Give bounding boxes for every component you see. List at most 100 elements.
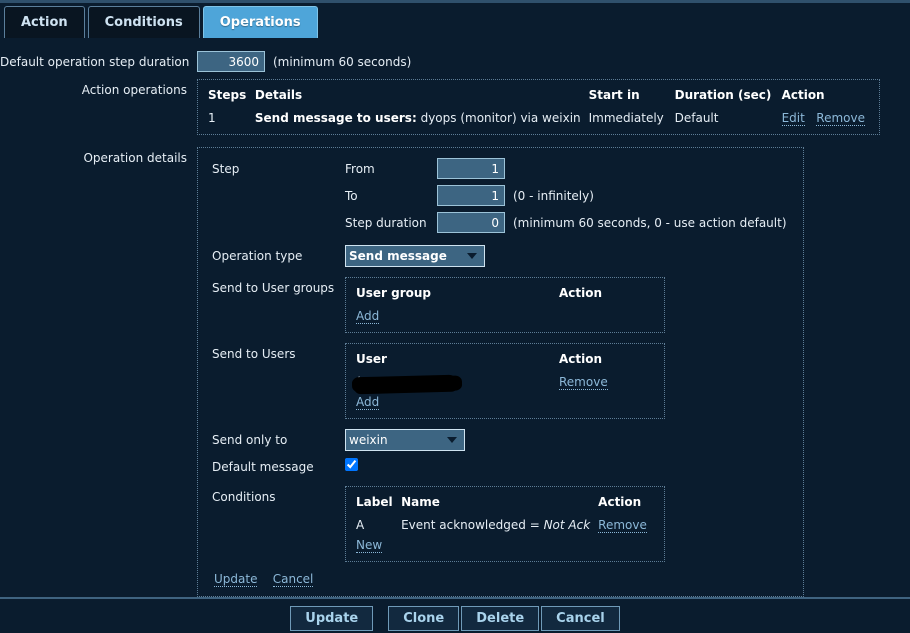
operation-type-select[interactable]: Send message	[345, 245, 485, 267]
label-conditions: Conditions	[212, 490, 276, 504]
label-send-to-user-groups: Send to User groups	[212, 281, 335, 295]
col-user-group: User group	[356, 286, 432, 300]
footer-buttons: Update Clone Delete Cancel	[0, 606, 910, 631]
cell-details: Send message to users: dyops (monitor) v…	[253, 108, 587, 128]
tab-conditions[interactable]: Conditions	[87, 6, 200, 38]
cell-start-in: Immediately	[588, 111, 664, 125]
label-step-duration: Step duration	[345, 215, 427, 230]
step-to-row: To (0 - infinitely)	[345, 185, 795, 206]
condition-name-prefix: Event acknowledged =	[401, 518, 544, 532]
table-row: Add	[354, 306, 656, 326]
table-header-row: User Action	[354, 350, 656, 372]
remove-user-link[interactable]: Remove	[559, 375, 608, 390]
table-header-row: Label Name Action	[354, 493, 656, 515]
col-user-group-action: Action	[559, 286, 603, 300]
col-duration: Duration (sec)	[674, 88, 772, 102]
conditions-table: Label Name Action A Event acknowledged =…	[354, 493, 656, 555]
col-condition-name: Name	[401, 495, 440, 509]
col-action: Action	[781, 88, 825, 102]
remove-condition-link[interactable]: Remove	[598, 518, 647, 533]
row-action-operations: Action operations Steps Details Start in…	[0, 79, 910, 135]
label-step: Step	[212, 162, 240, 176]
cell-steps: 1	[208, 111, 216, 125]
col-condition-action: Action	[598, 495, 642, 509]
table-header-row: Steps Details Start in Duration (sec) Ac…	[206, 86, 871, 108]
sub-row-user-groups: Send to User groups User group Action Ad…	[212, 277, 795, 333]
step-duration-row: Step duration (minimum 60 seconds, 0 - u…	[345, 212, 795, 233]
edit-operation-link[interactable]: Edit	[781, 111, 805, 126]
cell-duration: Default	[674, 111, 719, 125]
table-header-row: User group Action	[354, 284, 656, 306]
col-user: User	[356, 352, 387, 366]
condition-name-value: Not Ack	[543, 518, 591, 532]
col-condition-label: Label	[356, 495, 393, 509]
table-row: Add	[354, 392, 656, 412]
new-condition-link[interactable]: New	[356, 538, 383, 553]
operation-details-actions: Update Cancel	[212, 572, 795, 587]
row-operation-details: Operation details Step From To (0 - i	[0, 147, 910, 597]
table-row: (monitor) Remove	[354, 372, 656, 392]
users-box: User Action (monitor) Remove Add	[345, 343, 665, 419]
cell-condition-action: Remove	[596, 515, 656, 535]
send-only-to-select-wrap: weixin	[345, 429, 465, 451]
cell-condition-name: Event acknowledged = Not Ack	[399, 515, 596, 535]
cell-user: (monitor)	[354, 372, 557, 392]
cancel-button[interactable]: Cancel	[541, 606, 620, 631]
default-message-checkbox[interactable]	[345, 458, 358, 471]
send-only-to-select[interactable]: weixin	[345, 429, 465, 451]
label-default-operation-step-duration: Default operation step duration	[0, 55, 190, 69]
table-row: A Event acknowledged = Not Ack Remove	[354, 515, 656, 535]
tab-action[interactable]: Action	[4, 6, 85, 38]
users-table: User Action (monitor) Remove Add	[354, 350, 656, 412]
sub-row-users: Send to Users User Action (monitor) Remo…	[212, 343, 795, 419]
label-send-to-users: Send to Users	[212, 347, 296, 361]
label-step-to: To	[345, 188, 358, 203]
operation-details-panel: Step From To (0 - infinitely) Step dur	[197, 147, 804, 597]
delete-button[interactable]: Delete	[461, 606, 540, 631]
label-action-operations: Action operations	[81, 83, 187, 97]
cell-user-action: Remove	[557, 372, 656, 392]
tab-operations[interactable]: Operations	[202, 6, 318, 38]
remove-operation-link[interactable]: Remove	[816, 111, 865, 126]
update-button[interactable]: Update	[290, 606, 374, 631]
user-name-redacted: (monitor)	[356, 375, 413, 389]
default-operation-step-duration-input[interactable]	[197, 51, 265, 72]
clone-button[interactable]: Clone	[388, 606, 460, 631]
user-groups-table: User group Action Add	[354, 284, 656, 326]
step-to-input[interactable]	[437, 185, 505, 206]
step-from-input[interactable]	[437, 158, 505, 179]
conditions-box: Label Name Action A Event acknowledged =…	[345, 486, 665, 562]
col-user-action: Action	[559, 352, 603, 366]
step-to-hint: (0 - infinitely)	[513, 188, 594, 203]
add-user-link[interactable]: Add	[356, 395, 380, 410]
cell-action: Edit Remove	[780, 108, 871, 128]
label-send-only-to: Send only to	[212, 433, 288, 447]
default-duration-hint: (minimum 60 seconds)	[273, 54, 412, 69]
cell-condition-label: A	[356, 518, 365, 532]
label-default-message: Default message	[212, 460, 314, 474]
sub-row-conditions: Conditions Label Name Action A Event ack…	[212, 486, 795, 562]
table-row: New	[354, 535, 656, 555]
table-row: 1 Send message to users: dyops (monitor)…	[206, 108, 871, 128]
operation-cancel-link[interactable]: Cancel	[272, 572, 314, 587]
sub-row-operation-type: Operation type Send message	[212, 245, 795, 267]
footer-separator	[0, 597, 910, 599]
details-label: Send message to users:	[254, 111, 417, 125]
add-user-group-link[interactable]: Add	[356, 309, 380, 324]
sub-row-step: Step From To (0 - infinitely) Step dur	[212, 158, 795, 239]
user-groups-box: User group Action Add	[345, 277, 665, 333]
tab-bar: Action Conditions Operations	[0, 0, 910, 39]
label-operation-details: Operation details	[83, 151, 187, 165]
label-step-from: From	[345, 161, 375, 176]
cell-condition-new: New	[354, 535, 656, 555]
operation-type-select-wrap: Send message	[345, 245, 485, 267]
col-steps: Steps	[208, 88, 247, 102]
action-operations-box: Steps Details Start in Duration (sec) Ac…	[197, 79, 880, 135]
label-operation-type: Operation type	[212, 249, 303, 263]
step-from-row: From	[345, 158, 795, 179]
step-duration-input[interactable]	[437, 212, 505, 233]
operation-update-link[interactable]: Update	[214, 572, 258, 587]
col-start-in: Start in	[588, 88, 640, 102]
col-details: Details	[254, 88, 303, 102]
cell-user-add: Add	[354, 392, 656, 412]
